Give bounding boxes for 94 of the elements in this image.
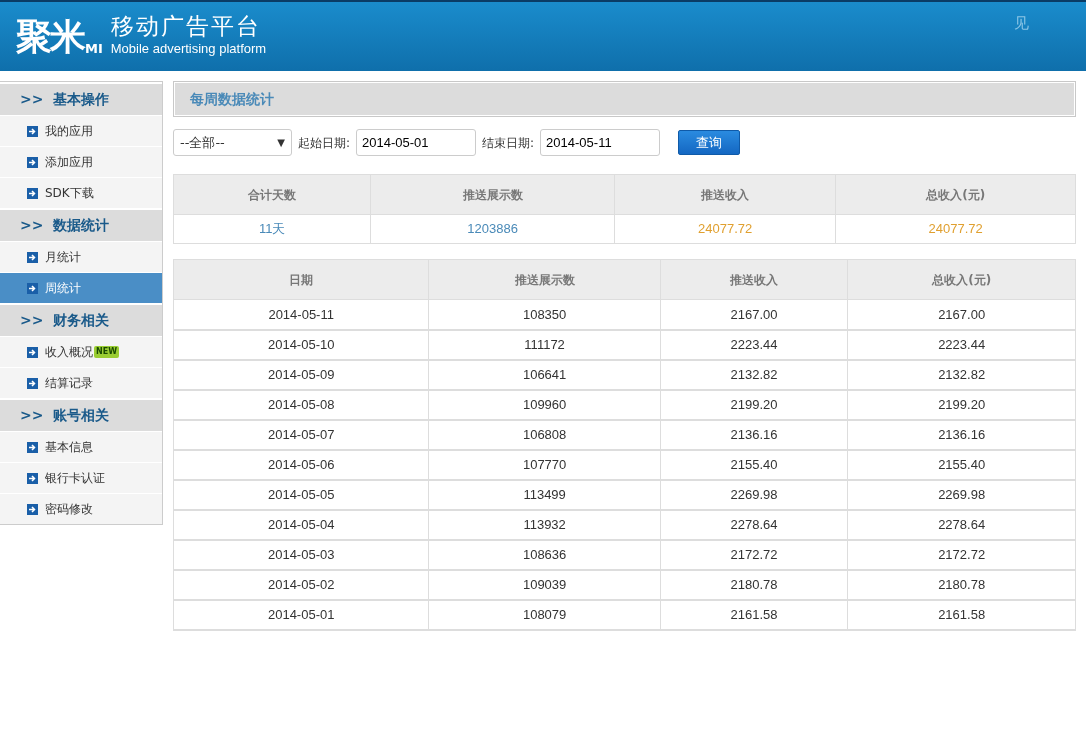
table-cell: 109039 xyxy=(428,569,661,600)
logo-subtext: MI xyxy=(85,41,103,55)
column-header: 推送展示数 xyxy=(370,174,615,215)
arrow-icon xyxy=(27,282,38,294)
table-cell: 2278.64 xyxy=(847,509,1076,540)
sidebar-item[interactable]: 收入概况 NEW xyxy=(0,336,162,367)
table-cell: 2136.16 xyxy=(847,419,1076,450)
arrow-icon xyxy=(27,125,38,137)
table-cell: 2269.98 xyxy=(847,479,1076,510)
arrow-icon xyxy=(27,156,38,168)
table-cell: 2167.00 xyxy=(660,299,848,330)
header-corner-text: 见 xyxy=(1014,13,1029,34)
new-badge: NEW xyxy=(94,346,119,358)
column-header: 推送展示数 xyxy=(428,259,661,300)
summary-value: 1203886 xyxy=(370,214,615,244)
app-select[interactable]: --全部-- ▼ xyxy=(173,129,292,156)
column-header: 日期 xyxy=(173,259,429,300)
table-cell: 2132.82 xyxy=(660,359,848,390)
table-cell: 2155.40 xyxy=(847,449,1076,480)
arrow-icon xyxy=(27,377,38,389)
arrow-icon xyxy=(27,251,38,263)
table-cell: 108350 xyxy=(428,299,661,330)
table-cell: 2014-05-01 xyxy=(173,599,429,630)
sidebar-item[interactable]: 我的应用 xyxy=(0,115,162,146)
table-cell: 2136.16 xyxy=(660,419,848,450)
sidebar-item[interactable]: 基本信息 xyxy=(0,431,162,462)
table-cell: 2180.78 xyxy=(847,569,1076,600)
table-cell: 2223.44 xyxy=(660,329,848,360)
end-date-field[interactable]: 2014-05-11 xyxy=(540,129,661,156)
page-title: 每周数据统计 xyxy=(173,81,1076,117)
table-cell: 2180.78 xyxy=(660,569,848,600)
table-cell: 2014-05-11 xyxy=(173,299,429,330)
table-cell: 2014-05-04 xyxy=(173,509,429,540)
column-header: 合计天数 xyxy=(173,174,371,215)
table-cell: 109960 xyxy=(428,389,661,420)
table-cell: 2269.98 xyxy=(660,479,848,510)
chevron-marker: >> xyxy=(20,311,44,330)
sidebar-item[interactable]: 密码修改 xyxy=(0,493,162,524)
table-cell: 2161.58 xyxy=(660,599,848,630)
chevron-marker: >> xyxy=(20,406,44,425)
table-cell: 2199.20 xyxy=(660,389,848,420)
table-cell: 108636 xyxy=(428,539,661,570)
start-date-field[interactable]: 2014-05-01 xyxy=(356,129,477,156)
table-cell: 2199.20 xyxy=(847,389,1076,420)
arrow-icon xyxy=(27,441,38,453)
sidebar-group-title: 基本操作 xyxy=(53,90,110,109)
column-header: 总收入(元) xyxy=(835,174,1076,215)
table-cell: 2223.44 xyxy=(847,329,1076,360)
table-cell: 2132.82 xyxy=(847,359,1076,390)
sidebar-group-title: 账号相关 xyxy=(53,406,110,425)
table-cell: 106641 xyxy=(428,359,661,390)
table-cell: 2172.72 xyxy=(660,539,848,570)
table-cell: 111172 xyxy=(428,329,661,360)
sidebar-item[interactable]: 银行卡认证 xyxy=(0,462,162,493)
arrow-icon xyxy=(27,503,38,515)
table-cell: 2014-05-08 xyxy=(173,389,429,420)
table-cell: 107770 xyxy=(428,449,661,480)
chevron-marker: >> xyxy=(20,90,44,109)
column-header: 总收入(元) xyxy=(847,259,1076,300)
table-cell: 113499 xyxy=(428,479,661,510)
arrow-icon xyxy=(27,346,38,358)
table-cell: 2014-05-10 xyxy=(173,329,429,360)
query-button[interactable]: 查询 xyxy=(678,130,741,155)
sidebar-item[interactable]: 周统计 xyxy=(0,272,162,303)
table-cell: 108079 xyxy=(428,599,661,630)
table-cell: 2014-05-03 xyxy=(173,539,429,570)
table-cell: 2014-05-06 xyxy=(173,449,429,480)
summary-value: 24077.72 xyxy=(614,214,836,244)
summary-value: 24077.72 xyxy=(835,214,1076,244)
table-cell: 2161.58 xyxy=(847,599,1076,630)
table-cell: 106808 xyxy=(428,419,661,450)
table-cell: 2172.72 xyxy=(847,539,1076,570)
start-date-label: 起始日期: xyxy=(298,134,351,152)
table-cell: 2155.40 xyxy=(660,449,848,480)
logo-text: 聚米 xyxy=(16,18,84,55)
platform-subtitle: Mobile advertising platform xyxy=(110,40,267,59)
arrow-icon xyxy=(27,472,38,484)
table-cell: 2014-05-07 xyxy=(173,419,429,450)
sidebar-group-title: 财务相关 xyxy=(53,311,110,330)
platform-title: 移动广告平台 xyxy=(110,14,262,40)
sidebar-item[interactable]: 添加应用 xyxy=(0,146,162,177)
table-cell: 2014-05-02 xyxy=(173,569,429,600)
table-cell: 2014-05-09 xyxy=(173,359,429,390)
table-cell: 2014-05-05 xyxy=(173,479,429,510)
column-header: 推送收入 xyxy=(614,174,836,215)
chevron-marker: >> xyxy=(20,216,44,235)
table-cell: 2278.64 xyxy=(660,509,848,540)
table-cell: 113932 xyxy=(428,509,661,540)
column-header: 推送收入 xyxy=(660,259,848,300)
arrow-icon xyxy=(27,187,38,199)
summary-value: 11天 xyxy=(173,214,371,244)
table-cell: 2167.00 xyxy=(847,299,1076,330)
end-date-label: 结束日期: xyxy=(482,134,535,152)
sidebar-group-title: 数据统计 xyxy=(53,216,110,235)
